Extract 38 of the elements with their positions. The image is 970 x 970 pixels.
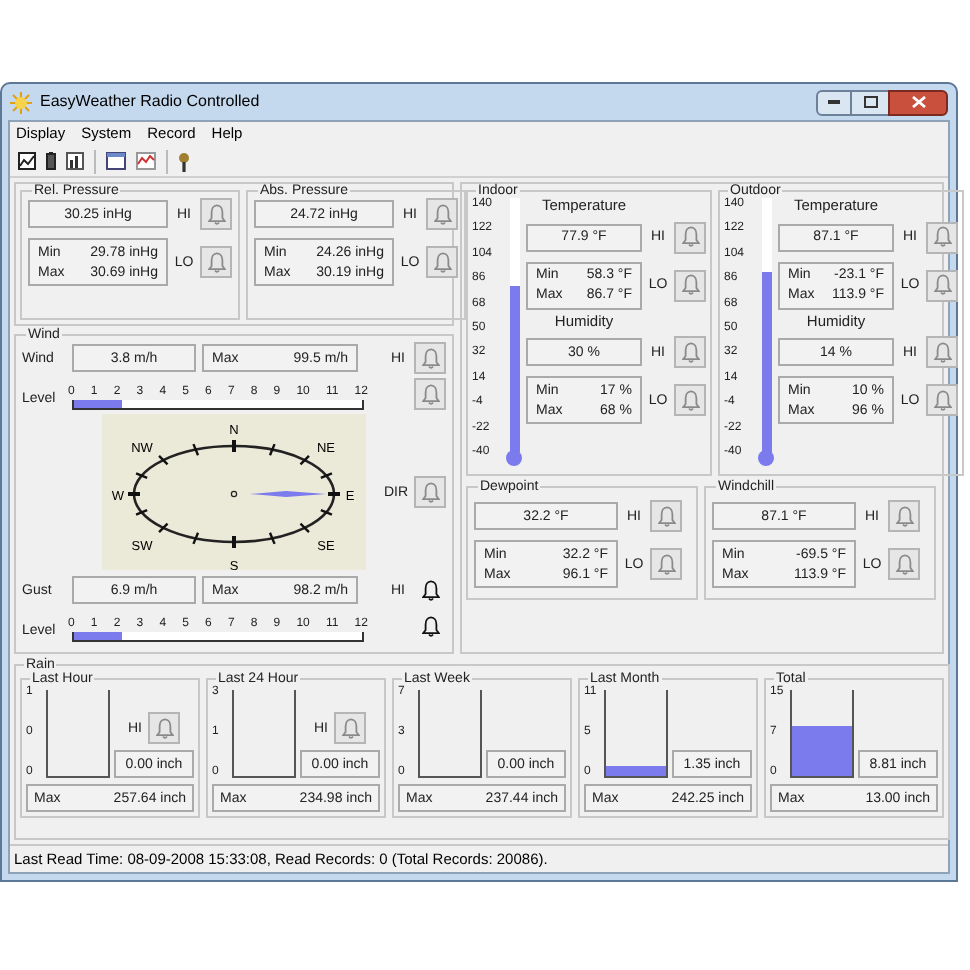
minimize-icon: [828, 100, 840, 104]
maximize-button[interactable]: [852, 89, 888, 115]
bell-icon: [895, 553, 913, 575]
sun-icon: [10, 91, 32, 113]
thermometer-bulb: [758, 450, 774, 466]
bell-icon: [155, 717, 173, 739]
bar-chart-icon[interactable]: [66, 152, 84, 170]
bell-icon: [681, 341, 699, 363]
battery-icon[interactable]: [46, 152, 56, 170]
bell-icon: [421, 481, 439, 503]
window-title: EasyWeather Radio Controlled: [40, 94, 260, 110]
bell-icon: [421, 615, 439, 637]
minimize-button[interactable]: [816, 89, 852, 115]
bell-icon: [341, 717, 359, 739]
bell-icon: [433, 251, 451, 273]
bell-icon: [433, 203, 451, 225]
calendar-icon[interactable]: [106, 152, 126, 170]
close-icon: [911, 96, 925, 108]
bell-icon: [681, 389, 699, 411]
thermometer-bulb: [506, 450, 522, 466]
bell-icon: [657, 553, 675, 575]
bell-icon: [933, 226, 951, 248]
bell-icon: [933, 341, 951, 363]
close-button[interactable]: [888, 89, 948, 115]
bell-icon: [933, 274, 951, 296]
bell-icon: [895, 505, 913, 527]
bell-icon: [933, 389, 951, 411]
bell-icon: [421, 383, 439, 405]
bell-icon: [421, 579, 439, 601]
bell-icon: [421, 347, 439, 369]
line-graph-icon[interactable]: [136, 152, 156, 170]
bell-icon: [681, 226, 699, 248]
bell-icon: [681, 274, 699, 296]
chart-window-icon[interactable]: [18, 152, 36, 170]
bell-icon: [657, 505, 675, 527]
bell-icon: [207, 251, 225, 273]
maximize-icon: [863, 96, 877, 108]
bell-icon: [207, 203, 225, 225]
